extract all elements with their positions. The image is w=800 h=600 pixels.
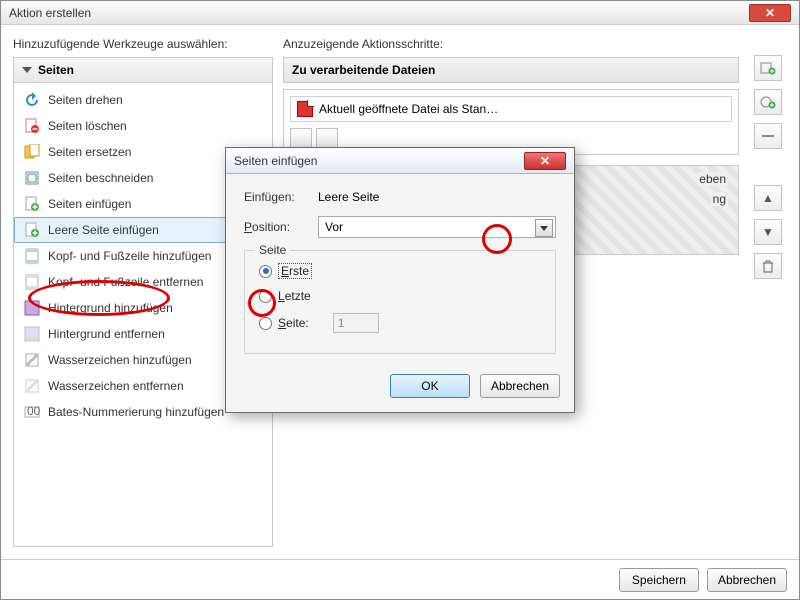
radio-first[interactable]: Erste xyxy=(259,263,541,279)
dialog-cancel-button[interactable]: Abbrechen xyxy=(480,374,560,398)
group-title: Seite xyxy=(255,243,290,257)
insert-blank-icon xyxy=(24,222,40,238)
file-box: Aktuell geöffnete Datei als Stan… xyxy=(283,89,739,155)
bates-icon: 0012 xyxy=(24,404,40,420)
file-row-label: Aktuell geöffnete Datei als Stan… xyxy=(319,102,498,116)
tools-panel-title: Seiten xyxy=(38,63,74,77)
dialog-close-button[interactable]: ✕ xyxy=(524,152,566,170)
delete-step-button[interactable] xyxy=(754,253,782,279)
header-footer-remove-icon xyxy=(24,274,40,290)
header-footer-add-icon xyxy=(24,248,40,264)
tool-item[interactable]: Seiten löschen xyxy=(14,113,272,139)
add-prompt-button[interactable] xyxy=(754,89,782,115)
fragment-text: eben xyxy=(697,172,728,186)
radio-last[interactable]: Letzte xyxy=(259,289,541,303)
page-group: Seite Erste Letzte Seite: 1 xyxy=(244,250,556,354)
radio-icon xyxy=(259,290,272,303)
dialog-titlebar: Seiten einfügen ✕ xyxy=(226,148,574,174)
left-label: Hinzuzufügende Werkzeuge auswählen: xyxy=(13,37,273,51)
watermark-remove-icon xyxy=(24,378,40,394)
chevron-down-icon[interactable] xyxy=(535,219,553,237)
delete-icon xyxy=(24,118,40,134)
watermark-add-icon xyxy=(24,352,40,368)
insert-icon xyxy=(24,196,40,212)
side-toolbar: ▲ ▼ xyxy=(749,37,787,547)
page-number-input: 1 xyxy=(333,313,379,333)
dialog-title: Seiten einfügen xyxy=(234,154,524,168)
titlebar: Aktion erstellen ✕ xyxy=(1,1,799,25)
tool-item[interactable]: Seiten drehen xyxy=(14,87,272,113)
radio-page-rest: eite: xyxy=(286,316,309,330)
radio-last-rest: etzte xyxy=(285,289,311,303)
chevron-down-icon xyxy=(22,67,32,73)
radio-icon xyxy=(259,265,272,278)
close-button[interactable]: ✕ xyxy=(749,4,791,22)
tools-panel-header[interactable]: Seiten xyxy=(14,58,272,83)
file-row[interactable]: Aktuell geöffnete Datei als Stan… xyxy=(290,96,732,122)
mini-toolbar xyxy=(290,128,732,148)
cancel-button[interactable]: Abbrechen xyxy=(707,568,787,592)
steps-header: Zu verarbeitende Dateien xyxy=(283,57,739,83)
radio-first-rest: rste xyxy=(289,264,309,278)
position-label: Position: xyxy=(244,220,308,234)
rotate-icon xyxy=(24,92,40,108)
save-button[interactable]: Speichern xyxy=(619,568,699,592)
add-file-button[interactable] xyxy=(290,128,312,148)
pdf-icon xyxy=(297,101,313,117)
move-up-button[interactable]: ▲ xyxy=(754,185,782,211)
background-remove-icon xyxy=(24,326,40,342)
fragment-text: ng xyxy=(711,192,728,206)
window-title: Aktion erstellen xyxy=(9,6,749,20)
footer: Speichern Abbrechen xyxy=(1,559,799,599)
insert-label: Einfügen: xyxy=(244,190,308,204)
radio-icon xyxy=(259,317,272,330)
position-combobox[interactable]: Vor xyxy=(318,216,556,238)
add-step-button[interactable] xyxy=(754,55,782,81)
divider-button[interactable] xyxy=(754,123,782,149)
position-value: Vor xyxy=(325,220,343,234)
insert-value: Leere Seite xyxy=(318,190,379,204)
ok-button[interactable]: OK xyxy=(390,374,470,398)
insert-pages-dialog: Seiten einfügen ✕ Einfügen: Leere Seite … xyxy=(225,147,575,413)
move-down-button[interactable]: ▼ xyxy=(754,219,782,245)
crop-icon xyxy=(24,170,40,186)
replace-icon xyxy=(24,144,40,160)
add-folder-button[interactable] xyxy=(316,128,338,148)
background-add-icon xyxy=(24,300,40,316)
radio-page[interactable]: Seite: 1 xyxy=(259,313,541,333)
right-label: Anzuzeigende Aktionsschritte: xyxy=(283,37,739,51)
svg-text:0012: 0012 xyxy=(27,404,40,418)
